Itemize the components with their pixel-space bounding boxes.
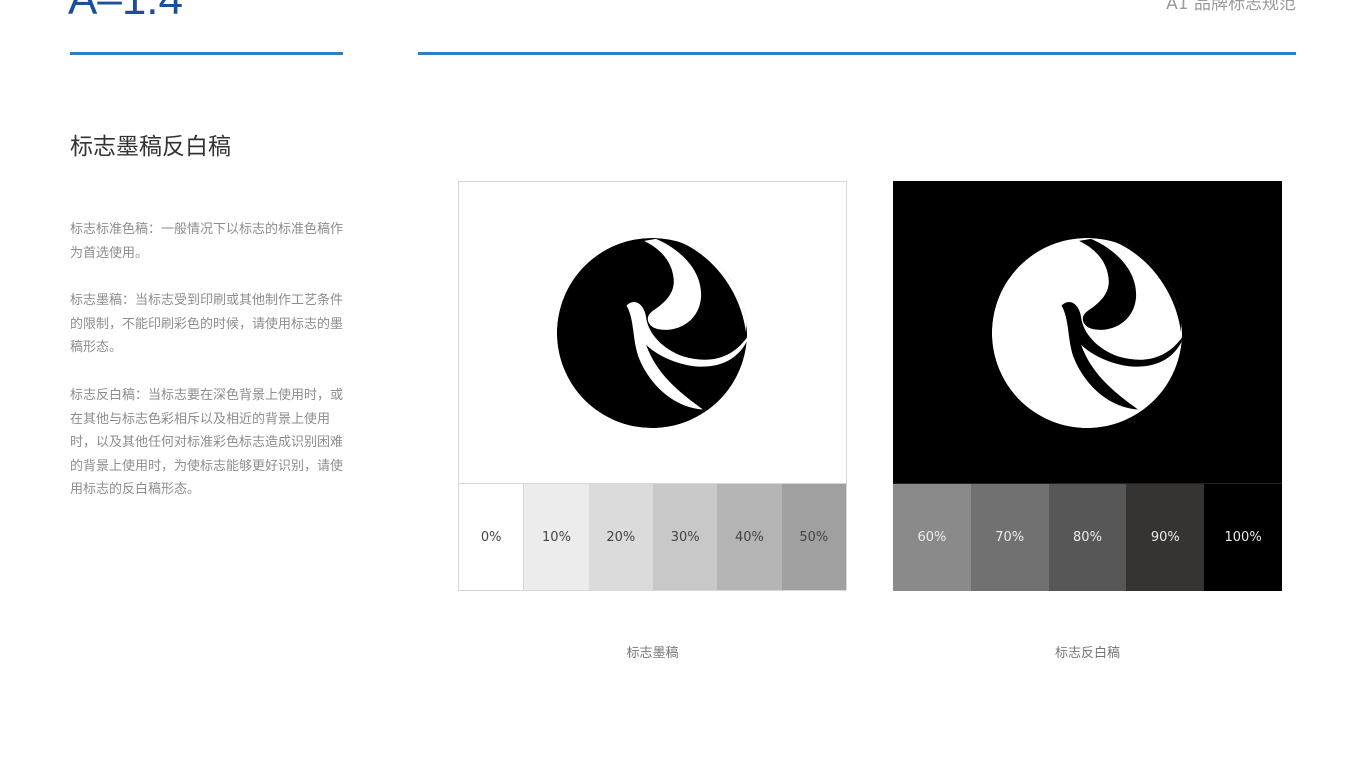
swatch-20: 20%: [588, 483, 653, 590]
paragraph-ink: 标志墨稿：当标志受到印刷或其他制作工艺条件的限制，不能印刷彩色的时候，请使用标志…: [70, 293, 344, 355]
swatch-60: 60%: [893, 483, 971, 591]
reverse-caption: 标志反白稿: [1054, 646, 1120, 661]
swatch-90: 90%: [1126, 483, 1205, 591]
swatch-10: 10%: [524, 483, 589, 590]
swatch-100: 100%: [1204, 483, 1282, 591]
swatch-30: 30%: [652, 483, 718, 590]
section-title: A1 品牌标志规范: [1166, 0, 1296, 14]
swirl-logo-icon: [991, 237, 1183, 429]
swatch-70: 70%: [970, 483, 1049, 591]
paragraph-reverse: 标志反白稿：当标志要在深色背景上使用时，或在其他与标志色彩相斥以及相近的背景上使…: [70, 388, 344, 497]
ink-caption: 标志墨稿: [626, 646, 679, 661]
swatch-80: 80%: [1048, 483, 1127, 591]
header-rule-right: [418, 52, 1296, 55]
reverse-logo-area: [893, 181, 1282, 483]
swirl-logo-icon: [556, 237, 748, 429]
header-rule-left: [70, 52, 343, 55]
ink-logo-area: [459, 182, 846, 484]
swatch-50: 50%: [781, 483, 846, 590]
reverse-swatch-row: 60% 70% 80% 90% 100%: [893, 483, 1282, 591]
swatch-0: 0%: [459, 483, 525, 590]
page-code: A–1.4: [68, 0, 183, 22]
paragraph-standard-color: 标志标准色稿：一般情况下以标志的标准色稿作为首选使用。: [70, 222, 344, 261]
reverse-logo-panel: 60% 70% 80% 90% 100%: [893, 181, 1282, 591]
ink-swatch-row: 0% 10% 20% 30% 40% 50%: [459, 483, 846, 590]
page-title: 标志墨稿反白稿: [70, 134, 231, 160]
ink-logo-panel: 0% 10% 20% 30% 40% 50%: [458, 181, 847, 591]
swatch-40: 40%: [717, 483, 782, 590]
